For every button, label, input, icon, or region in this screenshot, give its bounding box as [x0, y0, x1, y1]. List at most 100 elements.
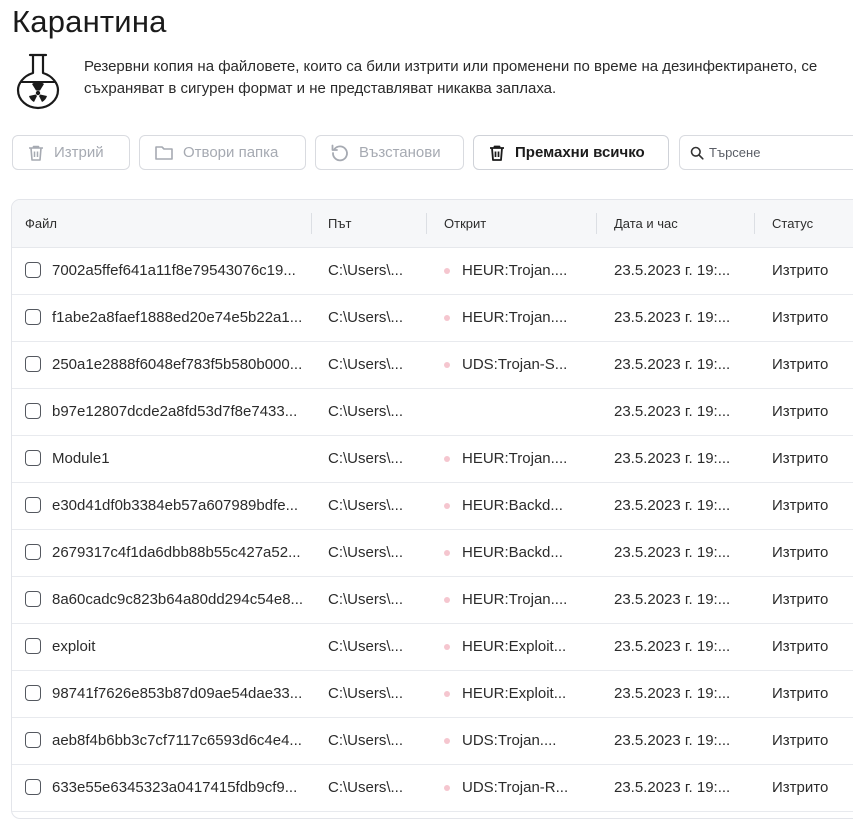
detection-datetime: 23.5.2023 г. 19:... — [614, 685, 731, 702]
restore-button-label: Възстанови — [359, 144, 441, 161]
table-row[interactable]: aeb8f4b6bb3c7cf7117c6593d6c4e4... C:\User… — [12, 718, 853, 765]
table-row[interactable]: 2679317c4f1da6dbb88b55c427a52... C:\Users… — [12, 530, 853, 577]
table-row[interactable]: 633e55e6345323a0417415fdb9cf9... C:\Users… — [12, 765, 853, 812]
column-header-path[interactable]: Път — [328, 200, 351, 247]
row-checkbox[interactable] — [25, 403, 41, 419]
row-checkbox[interactable] — [25, 591, 41, 607]
detection-datetime: 23.5.2023 г. 19:... — [614, 638, 731, 655]
file-name: 7002a5ffef641a11f8e79543076c19... — [52, 262, 296, 279]
detection-datetime: 23.5.2023 г. 19:... — [614, 356, 731, 373]
threat-indicator-dot — [444, 597, 450, 603]
restore-icon — [331, 144, 348, 161]
column-header-status[interactable]: Статус — [772, 200, 813, 247]
restore-button[interactable]: Възстанови — [315, 135, 464, 170]
open-folder-button[interactable]: Отвори папка — [139, 135, 306, 170]
threat-indicator-dot — [444, 550, 450, 556]
file-name: Module1 — [52, 450, 110, 467]
status-text: Изтрито — [772, 450, 829, 467]
file-path: C:\Users\... — [328, 262, 404, 279]
status-text: Изтрито — [772, 309, 829, 326]
quarantine-table: Файл Път Открит Дата и час Статус 7002a5… — [11, 199, 853, 819]
row-checkbox[interactable] — [25, 544, 41, 560]
file-path: C:\Users\... — [328, 544, 404, 561]
table-row[interactable]: Module1 C:\Users\... HEUR:Trojan.... 23.5.2… — [12, 436, 853, 483]
file-name: 2679317c4f1da6dbb88b55c427a52... — [52, 544, 301, 561]
page-description: Резервни копия на файловете, които са би… — [84, 58, 818, 97]
remove-all-button-label: Премахни всичко — [515, 144, 645, 161]
detected-threat: HEUR:Trojan.... — [462, 309, 568, 326]
detection-datetime: 23.5.2023 г. 19:... — [614, 450, 731, 467]
detection-datetime: 23.5.2023 г. 19:... — [614, 591, 731, 608]
detection-datetime: 23.5.2023 г. 19:... — [614, 779, 731, 796]
threat-indicator-dot — [444, 503, 450, 509]
row-checkbox[interactable] — [25, 262, 41, 278]
detection-datetime: 23.5.2023 г. 19:... — [614, 403, 731, 420]
threat-indicator-dot — [444, 644, 450, 650]
table-row[interactable]: 98741f7626e853b87d09ae54dae33... C:\Users… — [12, 671, 853, 718]
detected-threat: HEUR:Trojan.... — [462, 591, 568, 608]
column-divider[interactable] — [754, 213, 755, 234]
threat-indicator-dot — [444, 268, 450, 274]
table-row[interactable]: exploit C:\Users\... HEUR:Exploit... 23.5.2… — [12, 624, 853, 671]
page-title: Карантина — [12, 4, 167, 39]
table-body: 7002a5ffef641a11f8e79543076c19... C:\User… — [12, 248, 853, 812]
file-path: C:\Users\... — [328, 497, 404, 514]
file-path: C:\Users\... — [328, 638, 404, 655]
row-checkbox[interactable] — [25, 685, 41, 701]
table-row[interactable]: b97e12807dcde2a8fd53d7f8e7433... C:\Users… — [12, 389, 853, 436]
column-divider[interactable] — [596, 213, 597, 234]
column-divider[interactable] — [311, 213, 312, 234]
threat-indicator-dot — [444, 362, 450, 368]
threat-indicator-dot — [444, 785, 450, 791]
threat-indicator-dot — [444, 456, 450, 462]
row-checkbox[interactable] — [25, 779, 41, 795]
detected-threat: HEUR:Backd... — [462, 497, 563, 514]
detection-datetime: 23.5.2023 г. 19:... — [614, 544, 731, 561]
file-path: C:\Users\... — [328, 591, 404, 608]
column-divider[interactable] — [426, 213, 427, 234]
detected-threat: UDS:Trojan-R... — [462, 779, 569, 796]
row-checkbox[interactable] — [25, 497, 41, 513]
detected-threat: HEUR:Trojan.... — [462, 450, 568, 467]
column-header-datetime[interactable]: Дата и час — [614, 200, 678, 247]
row-checkbox[interactable] — [25, 450, 41, 466]
threat-indicator-dot — [444, 738, 450, 744]
table-row[interactable]: 7002a5ffef641a11f8e79543076c19... C:\User… — [12, 248, 853, 295]
file-name: b97e12807dcde2a8fd53d7f8e7433... — [52, 403, 298, 420]
status-text: Изтрито — [772, 403, 829, 420]
row-checkbox[interactable] — [25, 309, 41, 325]
search-input[interactable] — [709, 145, 853, 160]
table-row[interactable]: 250a1e2888f6048ef783f5b580b000... C:\User… — [12, 342, 853, 389]
threat-indicator-dot — [444, 315, 450, 321]
file-name: 250a1e2888f6048ef783f5b580b000... — [52, 356, 303, 373]
file-path: C:\Users\... — [328, 309, 404, 326]
delete-button[interactable]: Изтрий — [12, 135, 130, 170]
row-checkbox[interactable] — [25, 732, 41, 748]
column-header-detected[interactable]: Открит — [444, 200, 486, 247]
file-name: aeb8f4b6bb3c7cf7117c6593d6c4e4... — [52, 732, 302, 749]
file-name: 98741f7626e853b87d09ae54dae33... — [52, 685, 303, 702]
remove-all-button[interactable]: Премахни всичко — [473, 135, 669, 170]
table-row[interactable]: f1abe2a8faef1888ed20e74e5b22a1... C:\User… — [12, 295, 853, 342]
file-name: f1abe2a8faef1888ed20e74e5b22a1... — [52, 309, 303, 326]
detected-threat: HEUR:Exploit... — [462, 685, 567, 702]
search-box[interactable] — [679, 135, 853, 170]
threat-indicator-dot — [444, 691, 450, 697]
file-name: e30d41df0b3384eb57a607989bdfe... — [52, 497, 299, 514]
file-path: C:\Users\... — [328, 450, 404, 467]
status-text: Изтрито — [772, 262, 829, 279]
detection-datetime: 23.5.2023 г. 19:... — [614, 262, 731, 279]
detected-threat: UDS:Trojan-S... — [462, 356, 568, 373]
file-path: C:\Users\... — [328, 356, 404, 373]
detected-threat: HEUR:Trojan.... — [462, 262, 568, 279]
quarantine-flask-icon — [16, 53, 60, 110]
file-name: exploit — [52, 638, 96, 655]
status-text: Изтрито — [772, 638, 829, 655]
table-row[interactable]: 8a60cadc9c823b64a80dd294c54e8... C:\Users… — [12, 577, 853, 624]
row-checkbox[interactable] — [25, 356, 41, 372]
row-checkbox[interactable] — [25, 638, 41, 654]
file-name: 633e55e6345323a0417415fdb9cf9... — [52, 779, 298, 796]
detection-datetime: 23.5.2023 г. 19:... — [614, 732, 731, 749]
column-header-file[interactable]: Файл — [25, 200, 57, 247]
table-row[interactable]: e30d41df0b3384eb57a607989bdfe... C:\Users… — [12, 483, 853, 530]
